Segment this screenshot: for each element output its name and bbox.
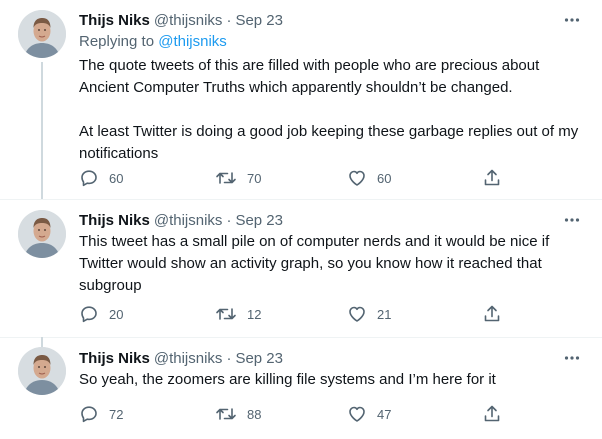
tweet-paragraph: So yeah, the zoomers are killing file sy… <box>79 371 496 388</box>
display-name[interactable]: Thijs Niks <box>79 212 150 229</box>
avatar[interactable] <box>18 210 66 258</box>
share-button[interactable] <box>482 304 502 324</box>
tweet-date[interactable]: Sep 23 <box>235 12 283 29</box>
avatar[interactable] <box>18 10 66 58</box>
separator-dot: · <box>226 349 232 367</box>
reply-button[interactable]: 20 <box>79 304 123 324</box>
tweet-text: So yeah, the zoomers are killing file sy… <box>79 369 584 391</box>
tweet-date[interactable]: Sep 23 <box>235 350 283 367</box>
retweet-icon <box>216 308 236 320</box>
tweet-text: The quote tweets of this are filled with… <box>79 55 584 165</box>
retweet-count: 12 <box>247 306 262 322</box>
display-name[interactable]: Thijs Niks <box>79 12 150 29</box>
user-handle[interactable]: @thijsniks <box>154 12 223 29</box>
tweet-text: This tweet has a small pile on of comput… <box>79 231 584 297</box>
reply-icon <box>81 170 97 187</box>
share-button[interactable] <box>482 168 502 188</box>
tweet[interactable]: Thijs Niks @thijsniks · Sep 23 This twee… <box>0 199 602 336</box>
avatar[interactable] <box>18 347 66 395</box>
retweet-button[interactable]: 12 <box>215 304 261 324</box>
display-name[interactable]: Thijs Niks <box>79 350 150 367</box>
mention-link[interactable]: @thijsniks <box>158 33 227 50</box>
thread-line <box>41 337 43 347</box>
separator-dot: · <box>226 11 232 29</box>
tweet-actions: 20 12 21 <box>79 304 509 324</box>
user-handle[interactable]: @thijsniks <box>154 212 223 229</box>
like-count: 47 <box>377 406 392 422</box>
reply-count: 60 <box>109 170 124 186</box>
tweet-date[interactable]: Sep 23 <box>235 212 283 229</box>
heart-icon <box>349 306 365 322</box>
more-options-button[interactable] <box>562 348 582 368</box>
tweet-paragraph: At least Twitter is doing a good job kee… <box>79 123 579 162</box>
tweet-header: Thijs Niks @thijsniks · Sep 23 <box>79 10 283 30</box>
share-button[interactable] <box>482 404 502 424</box>
tweet-actions: 60 70 60 <box>79 168 509 188</box>
more-icon <box>564 218 580 222</box>
replying-to-label: Replying to <box>79 33 155 50</box>
more-options-button[interactable] <box>562 10 582 30</box>
like-button[interactable]: 21 <box>347 304 391 324</box>
reply-button[interactable]: 60 <box>79 168 123 188</box>
reply-icon <box>81 306 97 323</box>
tweet-header: Thijs Niks @thijsniks · Sep 23 <box>79 210 283 230</box>
replying-to: Replying to @thijsniks <box>79 33 227 50</box>
more-icon <box>564 18 580 22</box>
heart-icon <box>349 170 365 186</box>
reply-icon <box>81 406 97 423</box>
retweet-button[interactable]: 88 <box>215 404 261 424</box>
tweet-actions: 72 88 47 <box>79 404 509 424</box>
retweet-button[interactable]: 70 <box>215 168 261 188</box>
reply-button[interactable]: 72 <box>79 404 123 424</box>
heart-icon <box>349 406 365 422</box>
tweet-header: Thijs Niks @thijsniks · Sep 23 <box>79 348 283 368</box>
user-handle[interactable]: @thijsniks <box>154 350 223 367</box>
retweet-icon <box>216 172 236 184</box>
thread-line <box>41 62 43 199</box>
like-button[interactable]: 60 <box>347 168 391 188</box>
more-options-button[interactable] <box>562 210 582 230</box>
share-icon <box>484 169 500 186</box>
share-icon <box>484 305 500 322</box>
like-button[interactable]: 47 <box>347 404 391 424</box>
tweet-paragraph: This tweet has a small pile on of comput… <box>79 233 550 294</box>
tweet[interactable]: Thijs Niks @thijsniks · Sep 23 Replying … <box>0 0 602 199</box>
more-icon <box>564 356 580 360</box>
retweet-icon <box>216 408 236 420</box>
retweet-count: 70 <box>247 170 262 186</box>
separator-dot: · <box>226 211 232 229</box>
reply-count: 72 <box>109 406 124 422</box>
like-count: 60 <box>377 170 392 186</box>
share-icon <box>484 405 500 422</box>
tweet[interactable]: Thijs Niks @thijsniks · Sep 23 So yeah, … <box>0 337 602 439</box>
retweet-count: 88 <box>247 406 262 422</box>
tweet-paragraph: The quote tweets of this are filled with… <box>79 57 540 96</box>
reply-count: 20 <box>109 306 124 322</box>
like-count: 21 <box>377 306 392 322</box>
